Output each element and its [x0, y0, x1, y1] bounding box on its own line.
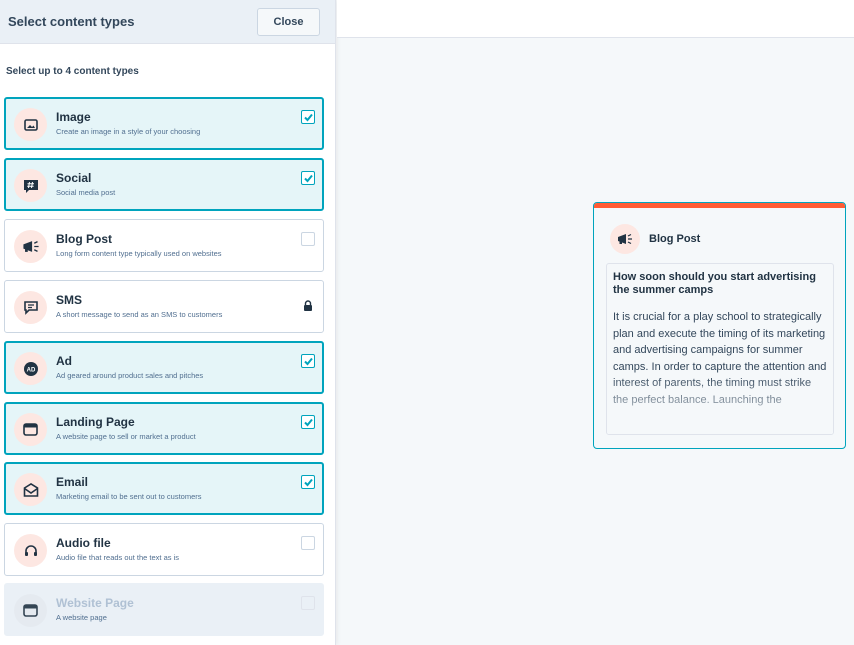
content-type-description: Create an image in a style of your choos…	[56, 127, 201, 136]
content-type-checkbox	[301, 596, 315, 610]
ad-icon: AD	[14, 352, 47, 385]
preview-content: How soon should you start advertising th…	[606, 263, 834, 435]
close-button[interactable]: Close	[257, 7, 320, 36]
fade-overlay	[607, 374, 833, 434]
content-type-title: Landing Page	[56, 415, 135, 429]
megaphone-icon	[14, 230, 47, 263]
content-type-panel: Select content types Close Select up to …	[0, 0, 336, 645]
content-type-description: Audio file that reads out the text as is	[56, 553, 179, 562]
content-type-title: Email	[56, 475, 89, 489]
content-type-checkbox[interactable]	[301, 110, 315, 124]
browser-icon	[14, 413, 47, 446]
panel-header: Select content types Close	[0, 0, 335, 44]
content-type-card: Website Page A website page	[4, 583, 324, 636]
image-icon	[14, 108, 47, 141]
svg-text:AD: AD	[26, 367, 35, 373]
content-type-card[interactable]: Social Social media post	[4, 158, 324, 211]
content-type-card[interactable]: Email Marketing email to be sent out to c…	[4, 462, 324, 515]
content-type-description: A website page to sell or market a produ…	[56, 432, 196, 441]
top-bar	[337, 0, 854, 38]
preview-header: Blog Post	[594, 208, 845, 258]
panel-subtitle: Select up to 4 content types	[6, 66, 139, 77]
content-type-title: Website Page	[56, 596, 134, 610]
content-type-description: Marketing email to be sent out to custom…	[56, 492, 202, 501]
content-type-title: Blog Post	[56, 232, 112, 246]
content-type-checkbox[interactable]	[301, 354, 315, 368]
browser-icon	[14, 594, 47, 627]
content-type-title: SMS	[56, 293, 83, 307]
content-type-title: Ad	[56, 354, 72, 368]
content-type-checkbox[interactable]	[301, 415, 315, 429]
content-type-card[interactable]: SMS A short message to send as an SMS to …	[4, 280, 324, 333]
content-type-description: A website page	[56, 613, 107, 622]
content-type-checkbox[interactable]	[301, 171, 315, 185]
content-type-card[interactable]: Image Create an image in a style of your …	[4, 97, 324, 150]
content-type-card[interactable]: Audio file Audio file that reads out the …	[4, 523, 324, 576]
headphones-icon	[14, 534, 47, 567]
content-type-card[interactable]: Blog Post Long form content type typicall…	[4, 219, 324, 272]
content-type-title: Audio file	[56, 536, 111, 550]
panel-title: Select content types	[8, 14, 135, 29]
content-type-title: Social	[56, 171, 92, 185]
preview-type-label: Blog Post	[649, 233, 701, 245]
content-type-checkbox[interactable]	[301, 536, 315, 550]
megaphone-icon	[610, 224, 640, 254]
content-type-description: A short message to send as an SMS to cus…	[56, 310, 223, 319]
content-type-title: Image	[56, 110, 91, 124]
hashtag-icon	[14, 169, 47, 202]
lock-icon	[303, 299, 313, 313]
chat-icon	[14, 291, 47, 324]
preview-heading: How soon should you start advertising th…	[613, 271, 816, 296]
content-type-checkbox[interactable]	[301, 475, 315, 489]
envelope-icon	[14, 473, 47, 506]
content-type-description: Social media post	[56, 188, 116, 197]
content-type-checkbox[interactable]	[301, 232, 315, 246]
content-type-card[interactable]: AD Ad Ad geared around product sales and p…	[4, 341, 324, 394]
preview-card[interactable]: Blog Post How soon should you start adve…	[593, 202, 846, 449]
content-type-card[interactable]: Landing Page A website page to sell or ma…	[4, 402, 324, 455]
content-type-description: Ad geared around product sales and pitch…	[56, 371, 204, 380]
content-type-description: Long form content type typically used on…	[56, 249, 222, 258]
